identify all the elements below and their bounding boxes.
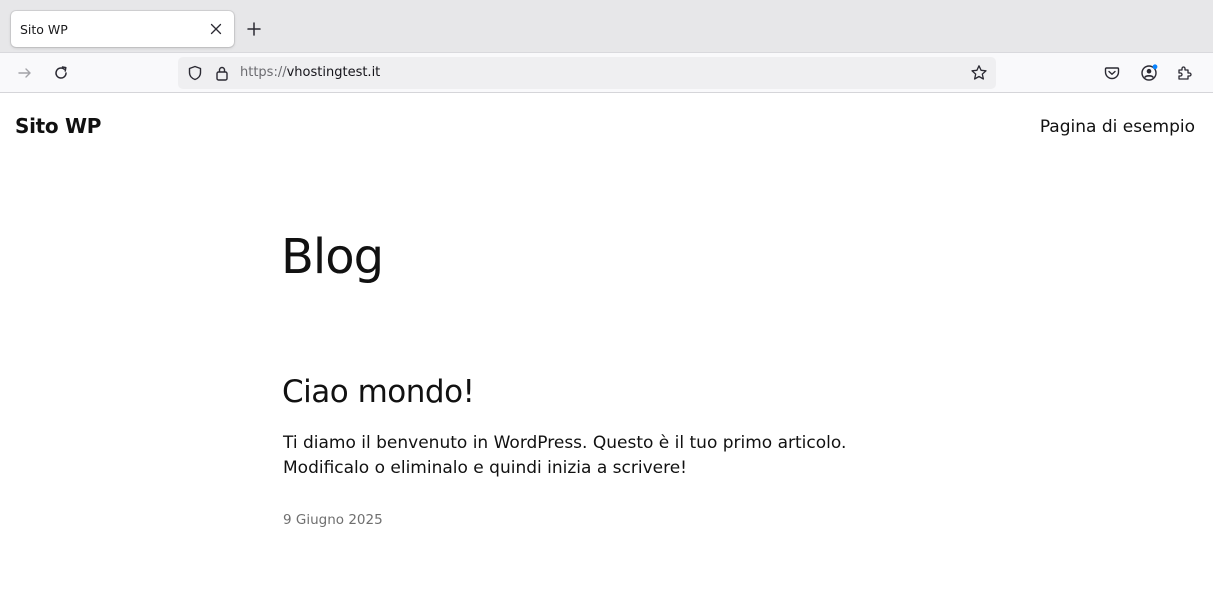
post-excerpt: Ti diamo il benvenuto in WordPress. Ques…	[283, 433, 847, 478]
nav-link-sample-page[interactable]: Pagina di esempio	[1040, 117, 1195, 137]
account-icon	[1141, 64, 1158, 81]
lock-icon[interactable]	[213, 64, 231, 82]
post-title[interactable]: Ciao mondo!	[282, 374, 475, 410]
account-button[interactable]	[1137, 61, 1161, 85]
url-scheme: https://	[240, 65, 287, 80]
pocket-icon	[1104, 67, 1120, 80]
site-title[interactable]: Sito WP	[15, 114, 101, 138]
forward-button[interactable]	[13, 61, 37, 85]
reload-icon	[55, 66, 67, 79]
plus-icon	[247, 22, 261, 36]
star-icon[interactable]	[970, 64, 988, 82]
pocket-button[interactable]	[1100, 61, 1124, 85]
post-date[interactable]: 9 Giugno 2025	[283, 512, 383, 528]
shield-icon[interactable]	[186, 64, 204, 82]
extensions-button[interactable]	[1173, 61, 1197, 85]
tab-strip: Sito WP	[0, 0, 1213, 52]
browser-tab[interactable]: Sito WP	[11, 11, 234, 47]
reload-button[interactable]	[49, 61, 73, 85]
tab-title: Sito WP	[20, 21, 68, 37]
puzzle-icon	[1178, 66, 1192, 80]
close-icon[interactable]	[208, 21, 224, 37]
arrow-right-icon	[18, 68, 31, 78]
url-text[interactable]: https://vhostingtest.it	[240, 65, 380, 80]
page-title: Blog	[281, 229, 384, 285]
new-tab-button[interactable]	[243, 18, 265, 40]
navigation-toolbar: https://vhostingtest.it	[0, 52, 1213, 93]
url-host: vhostingtest.it	[286, 65, 381, 80]
address-bar[interactable]: https://vhostingtest.it	[178, 57, 996, 89]
